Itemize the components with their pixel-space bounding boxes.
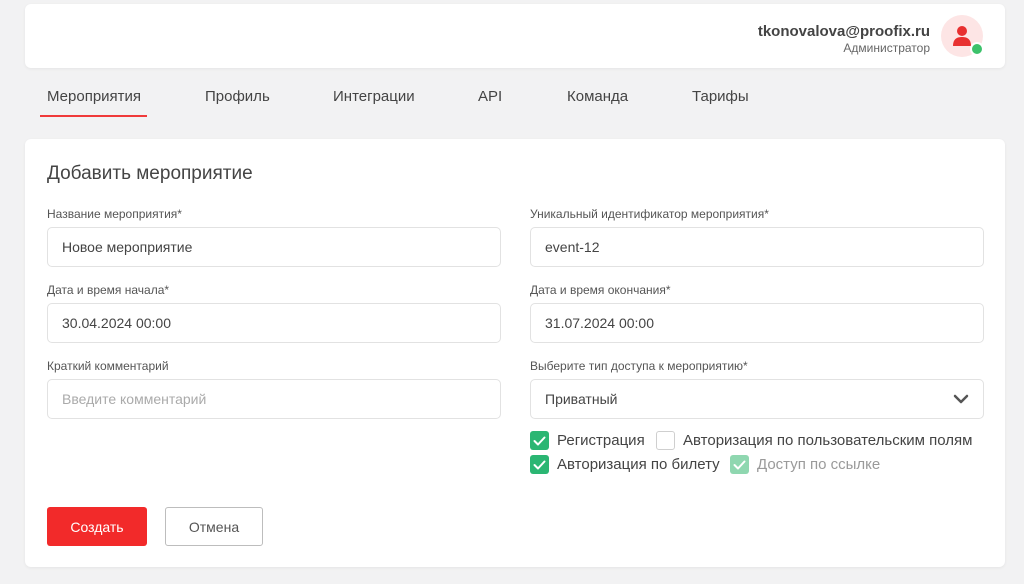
- header-bar: tkonovalova@proofix.ru Администратор: [25, 4, 1005, 68]
- active-tab-indicator: [40, 115, 147, 117]
- tab-team[interactable]: Команда: [567, 88, 628, 105]
- event-name-input[interactable]: [47, 227, 501, 267]
- tab-pricing[interactable]: Тарифы: [692, 88, 749, 105]
- online-status-dot: [970, 42, 984, 56]
- user-info: tkonovalova@proofix.ru Администратор: [758, 23, 930, 56]
- empty-checkbox-icon: [656, 431, 675, 450]
- link-access-checkbox: Доступ по ссылке: [730, 455, 880, 474]
- tab-integrations[interactable]: Интеграции: [333, 88, 415, 105]
- tab-events[interactable]: Мероприятия: [47, 88, 141, 105]
- start-datetime-label: Дата и время начала*: [47, 283, 170, 297]
- link-access-checkbox-label: Доступ по ссылке: [757, 456, 881, 473]
- chevron-down-icon: [953, 394, 969, 404]
- registration-checkbox[interactable]: Регистрация: [530, 431, 645, 450]
- ticket-auth-checkbox[interactable]: Авторизация по билету: [530, 455, 720, 474]
- custom-fields-auth-checkbox[interactable]: Авторизация по пользовательским полям: [656, 431, 972, 450]
- start-datetime-input[interactable]: [47, 303, 501, 343]
- avatar[interactable]: [941, 15, 984, 57]
- access-type-label: Выберите тип доступа к мероприятию*: [530, 359, 748, 373]
- cancel-button[interactable]: Отмена: [165, 507, 263, 546]
- tab-api[interactable]: API: [478, 88, 502, 105]
- end-datetime-input[interactable]: [530, 303, 984, 343]
- end-datetime-label: Дата и время окончания*: [530, 283, 671, 297]
- event-id-label: Уникальный идентификатор мероприятия*: [530, 207, 769, 221]
- access-type-select[interactable]: Приватный: [530, 379, 984, 419]
- comment-label: Краткий комментарий: [47, 359, 169, 373]
- comment-input[interactable]: [47, 379, 501, 419]
- ticket-auth-checkbox-label: Авторизация по билету: [557, 456, 720, 473]
- check-icon: [530, 431, 549, 450]
- user-role: Администратор: [843, 41, 930, 55]
- event-name-label: Название мероприятия*: [47, 207, 182, 221]
- check-icon: [730, 455, 749, 474]
- custom-fields-auth-checkbox-label: Авторизация по пользовательским полям: [683, 432, 973, 449]
- create-button[interactable]: Создать: [47, 507, 147, 546]
- event-id-input[interactable]: [530, 227, 984, 267]
- access-type-value: Приватный: [545, 391, 618, 407]
- form-title: Добавить мероприятие: [47, 163, 253, 184]
- tab-bar: Мероприятия Профиль Интеграции API Коман…: [25, 78, 1005, 118]
- user-email: tkonovalova@proofix.ru: [757, 23, 930, 40]
- user-icon: [953, 26, 971, 46]
- check-icon: [530, 455, 549, 474]
- add-event-form: Добавить мероприятие Название мероприяти…: [25, 139, 1005, 567]
- tab-profile[interactable]: Профиль: [205, 88, 270, 105]
- registration-checkbox-label: Регистрация: [557, 432, 645, 449]
